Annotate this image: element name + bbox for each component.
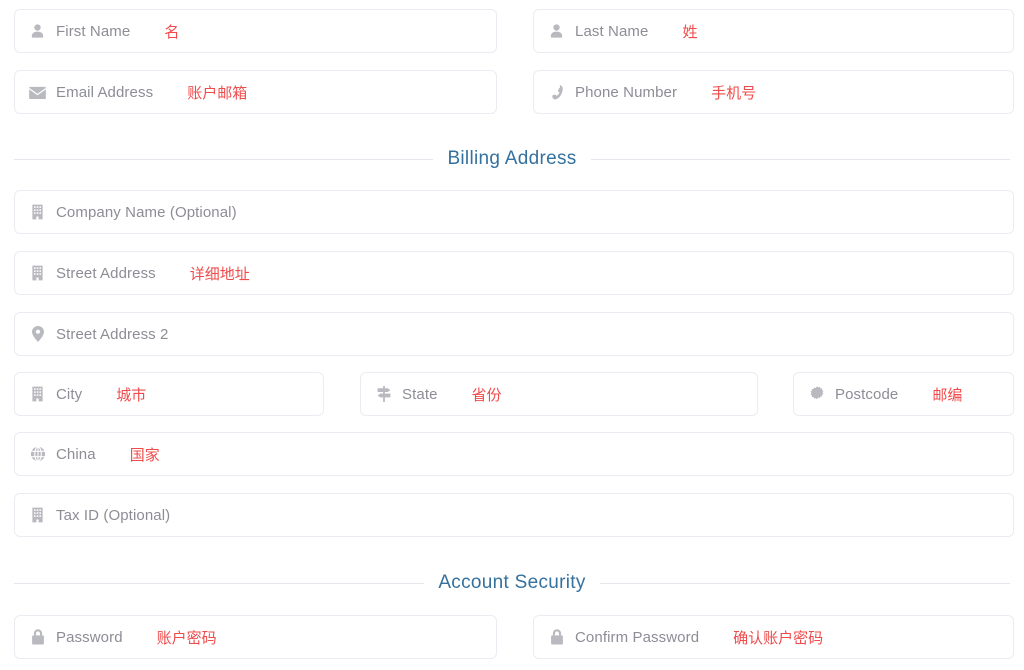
company-name-row: Company Name (Optional) [0,190,1024,234]
city-field[interactable]: City 城市 [14,372,324,416]
state-field[interactable]: State 省份 [360,372,758,416]
building-icon [29,506,46,524]
first-name-placeholder: First Name [56,22,131,40]
globe-icon [29,445,46,463]
confirm-password-placeholder: Confirm Password [575,628,700,646]
postcode-field[interactable]: Postcode 邮编 [793,372,1014,416]
street-address-placeholder: Street Address [56,264,156,282]
phone-icon [548,83,565,101]
company-name-field[interactable]: Company Name (Optional) [14,190,1014,234]
country-row: China 国家 [0,432,1024,476]
last-name-placeholder: Last Name [575,22,649,40]
tax-id-placeholder: Tax ID (Optional) [56,506,171,524]
lock-icon [29,628,46,646]
billing-address-section-divider: Billing Address [14,148,1010,170]
street-address-2-field[interactable]: Street Address 2 [14,312,1014,356]
street-address-2-placeholder: Street Address 2 [56,325,169,343]
map-pin-icon [29,325,46,343]
street-address-field[interactable]: Street Address 详细地址 [14,251,1014,295]
tax-id-field[interactable]: Tax ID (Optional) [14,493,1014,537]
street-address-annotation: 详细地址 [189,264,250,283]
account-security-section-divider: Account Security [14,572,1010,594]
lock-icon [548,628,565,646]
email-address-field[interactable]: Email Address 账户邮箱 [14,70,497,114]
building-icon [29,385,46,403]
building-icon [29,264,46,282]
state-annotation: 省份 [471,385,502,404]
first-name-annotation: 名 [164,22,180,41]
divider-line-left [14,582,425,584]
postcode-placeholder: Postcode [835,385,899,403]
country-select[interactable]: China 国家 [14,432,1014,476]
map-signs-icon [375,385,392,403]
divider-line-left [14,158,434,160]
building-icon [29,203,46,221]
contact-row: Email Address 账户邮箱 Phone Number 手机号 [0,70,1024,114]
password-field[interactable]: Password 账户密码 [14,615,497,659]
postcode-annotation: 邮编 [932,385,963,404]
last-name-annotation: 姓 [682,22,698,41]
first-name-field[interactable]: First Name 名 [14,9,497,53]
divider-line-right [599,582,1010,584]
confirm-password-annotation: 确认账户密码 [733,628,824,647]
country-value: China [56,445,96,463]
user-icon [548,22,565,40]
password-row: Password 账户密码 Confirm Password 确认账户密码 [0,615,1024,659]
street-address-row: Street Address 详细地址 [0,251,1024,295]
company-name-placeholder: Company Name (Optional) [56,203,237,221]
city-annotation: 城市 [116,385,147,404]
registration-form: First Name 名 Last Name 姓 Email Address 账… [0,0,1024,670]
phone-number-annotation: 手机号 [711,83,757,102]
billing-address-section-title: Billing Address [447,148,577,169]
last-name-field[interactable]: Last Name 姓 [533,9,1014,53]
account-security-section-title: Account Security [438,572,586,593]
phone-number-field[interactable]: Phone Number 手机号 [533,70,1014,114]
divider-line-right [590,158,1010,160]
country-annotation: 国家 [129,445,160,464]
city-placeholder: City [56,385,83,403]
tax-id-row: Tax ID (Optional) [0,493,1024,537]
city-state-postcode-row: City 城市 State 省份 Postcode 邮编 [0,372,1024,416]
stamp-icon [808,385,825,403]
email-address-annotation: 账户邮箱 [187,83,248,102]
envelope-icon [29,83,46,101]
state-placeholder: State [402,385,438,403]
street-address-2-row: Street Address 2 [0,312,1024,356]
email-address-placeholder: Email Address [56,83,154,101]
phone-number-placeholder: Phone Number [575,83,678,101]
user-icon [29,22,46,40]
password-annotation: 账户密码 [156,628,217,647]
password-placeholder: Password [56,628,123,646]
name-row: First Name 名 Last Name 姓 [0,9,1024,53]
confirm-password-field[interactable]: Confirm Password 确认账户密码 [533,615,1014,659]
